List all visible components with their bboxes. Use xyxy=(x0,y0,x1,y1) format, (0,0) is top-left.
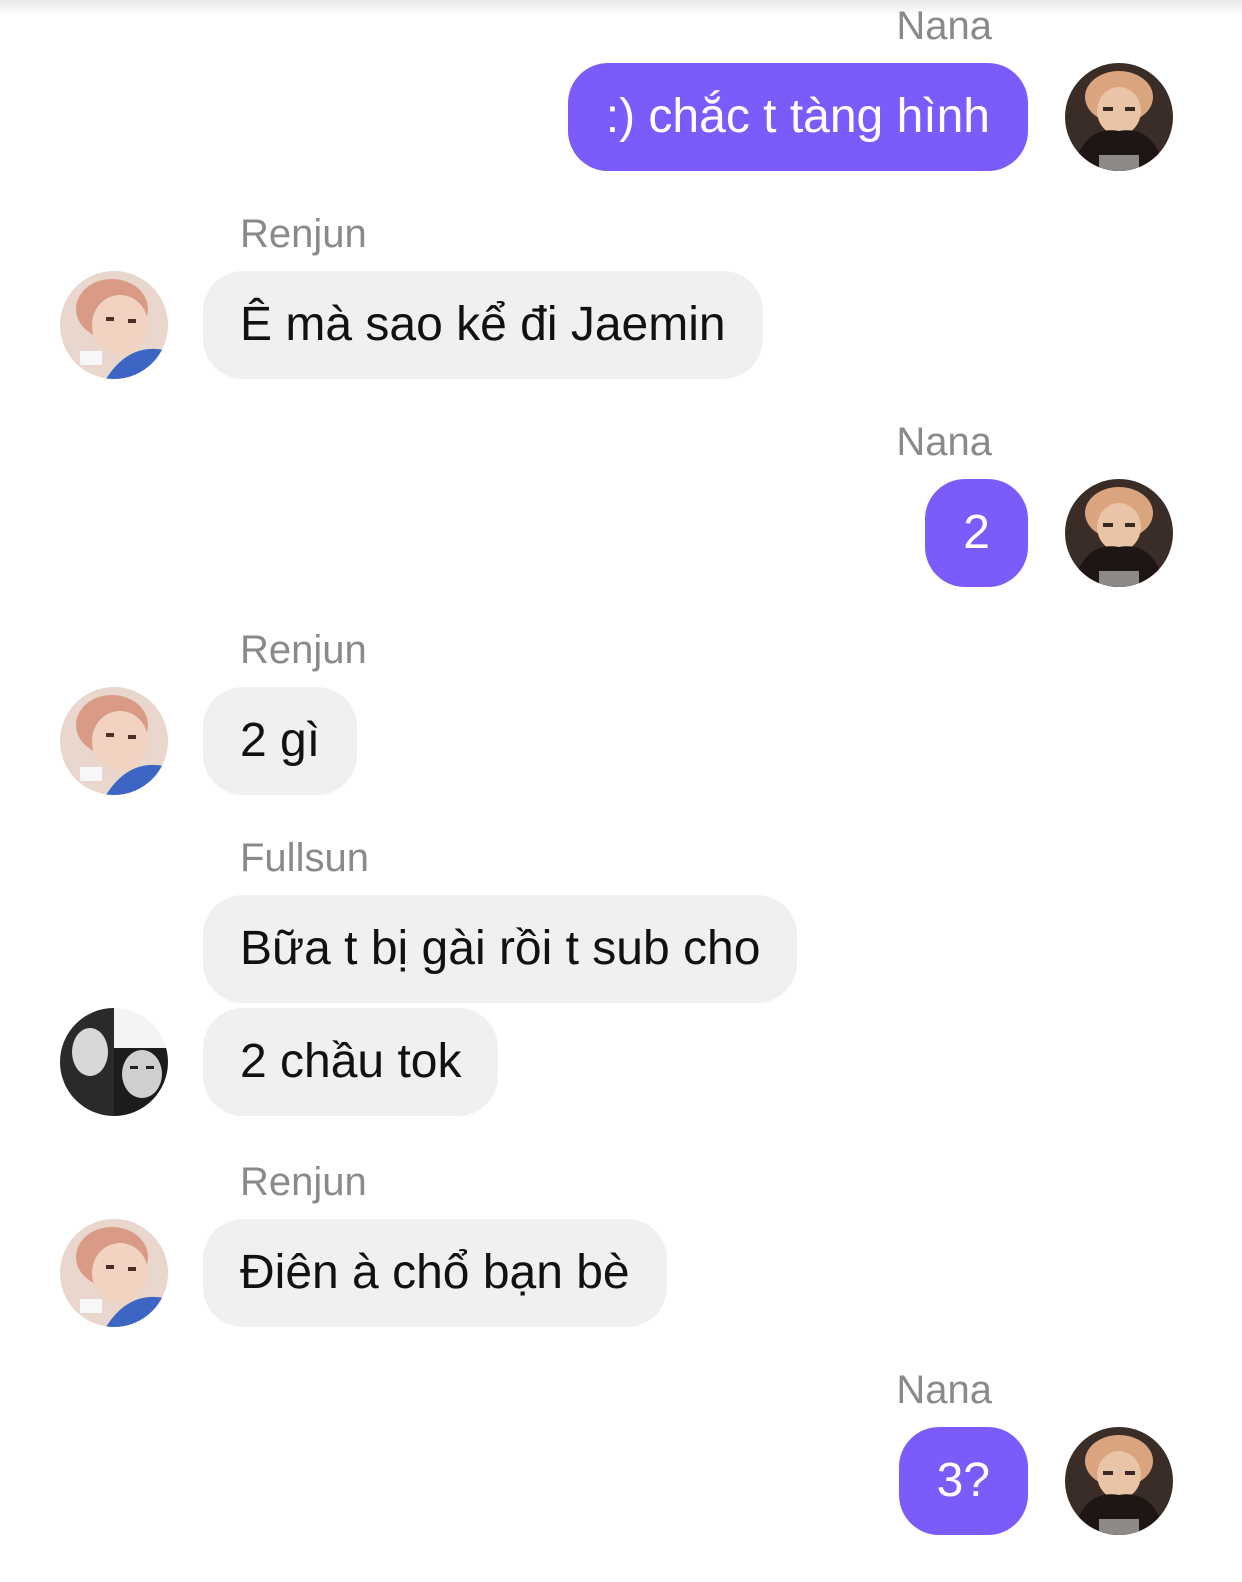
message-bubble-outgoing[interactable]: :) chắc t tàng hình xyxy=(567,63,1028,171)
user-photo-icon xyxy=(60,687,168,795)
message-bubble-outgoing[interactable]: 3? xyxy=(898,1427,1028,1535)
avatar[interactable] xyxy=(1065,63,1173,171)
message-bubble-incoming[interactable]: Ê mà sao kể đi Jaemin xyxy=(203,271,763,379)
avatar[interactable] xyxy=(60,271,168,379)
message-bubble-incoming[interactable]: 2 chầu tok xyxy=(203,1008,499,1116)
sender-name: Renjun xyxy=(240,212,367,256)
message-bubble-outgoing[interactable]: 2 xyxy=(925,479,1028,587)
message-bubble-incoming[interactable]: Điên à chổ bạn bè xyxy=(203,1219,667,1327)
avatar[interactable] xyxy=(60,1008,168,1116)
avatar[interactable] xyxy=(1065,1427,1173,1535)
message-bubble-incoming[interactable]: Bữa t bị gài rồi t sub cho xyxy=(203,895,798,1003)
message-bubble-incoming[interactable]: 2 gì xyxy=(203,687,358,795)
sender-name: Nana xyxy=(896,420,992,464)
user-photo-icon xyxy=(60,1008,168,1116)
user-photo-icon xyxy=(60,271,168,379)
user-photo-icon xyxy=(60,1219,168,1327)
sender-name: Renjun xyxy=(240,1160,367,1204)
sender-name: Nana xyxy=(896,1368,992,1412)
avatar[interactable] xyxy=(60,687,168,795)
top-edge-shadow xyxy=(0,0,1242,16)
sender-name: Renjun xyxy=(240,628,367,672)
user-photo-icon xyxy=(1065,1427,1173,1535)
avatar[interactable] xyxy=(1065,479,1173,587)
sender-name: Nana xyxy=(896,4,992,48)
user-photo-icon xyxy=(1065,479,1173,587)
sender-name: Fullsun xyxy=(240,836,369,880)
user-photo-icon xyxy=(1065,63,1173,171)
avatar[interactable] xyxy=(60,1219,168,1327)
